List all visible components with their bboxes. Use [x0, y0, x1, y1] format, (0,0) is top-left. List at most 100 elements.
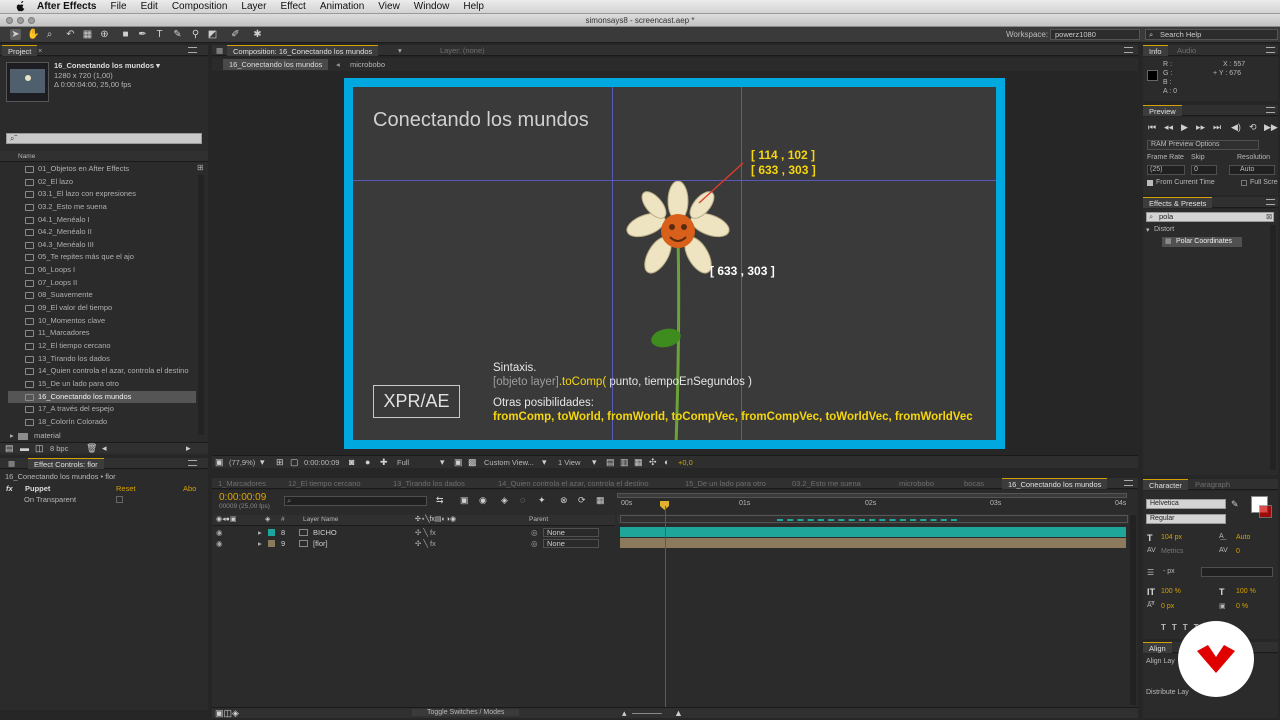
label-color-swatch[interactable]: [268, 540, 275, 547]
interpret-footage-icon[interactable]: ▤: [5, 443, 14, 453]
menu-edit[interactable]: Edit: [141, 1, 158, 12]
project-item[interactable]: 17_A través del espejo: [8, 403, 196, 416]
menu-window[interactable]: Window: [414, 1, 450, 12]
tab-timeline-3[interactable]: 13_Tirando los dados: [387, 478, 471, 489]
eraser-tool-icon[interactable]: ◩: [207, 29, 218, 40]
project-scrollbar[interactable]: [198, 175, 204, 435]
project-item[interactable]: 16_Conectando los mundos: [8, 390, 196, 404]
menu-effect[interactable]: Effect: [280, 1, 305, 12]
project-item[interactable]: 03.2_Esto me suena: [8, 201, 196, 214]
tab-timeline-5[interactable]: 15_De un lado para otro: [679, 478, 772, 489]
panel-menu-icon[interactable]: [188, 460, 197, 466]
flowchart-icon[interactable]: ⊞: [197, 163, 205, 172]
tab-effect-controls[interactable]: Effect Controls: flor: [28, 458, 104, 469]
fx-icon[interactable]: fx: [6, 484, 13, 493]
channel-icon[interactable]: ✚: [380, 457, 388, 467]
workspace-dropdown[interactable]: powerz1080: [1050, 29, 1140, 40]
zoom-dropdown[interactable]: (77,9%): [229, 458, 255, 467]
project-item[interactable]: 14_Quien controla el azar, controla el d…: [8, 365, 196, 378]
eyedropper-icon[interactable]: ✎: [1231, 499, 1239, 509]
tab-timeline-7[interactable]: microbobo: [893, 478, 940, 489]
timeline-timecode[interactable]: 0:00:00:09: [219, 492, 266, 503]
column-number[interactable]: #: [281, 516, 285, 523]
minimize-window-button[interactable]: [17, 17, 24, 24]
baseline-shift-value[interactable]: 0 px: [1161, 603, 1174, 610]
project-item[interactable]: 07_Loops II: [8, 277, 196, 290]
previous-frame-icon[interactable]: ◂◂: [1164, 122, 1173, 132]
project-item[interactable]: 02_El lazo: [8, 176, 196, 189]
menu-app[interactable]: After Effects: [37, 1, 96, 12]
tab-effects-presets[interactable]: Effects & Presets: [1143, 197, 1213, 208]
menu-layer[interactable]: Layer: [241, 1, 266, 12]
preview-icon[interactable]: ▦: [596, 495, 605, 505]
parent-dropdown[interactable]: None: [543, 539, 599, 548]
timeline-search-input[interactable]: ⌕: [284, 496, 427, 506]
menu-composition[interactable]: Composition: [172, 1, 228, 12]
tracking-value[interactable]: 0: [1236, 548, 1240, 555]
project-item[interactable]: 13_Tirando los dados: [8, 353, 196, 366]
project-search-input[interactable]: ⌕˜: [6, 133, 202, 144]
brush-tool-icon[interactable]: ✎: [172, 29, 183, 40]
frame-blending-icon[interactable]: ◈: [501, 495, 508, 505]
menu-file[interactable]: File: [110, 1, 126, 12]
fast-preview-icon[interactable]: ▥: [620, 457, 629, 467]
panel-menu-icon[interactable]: [1266, 107, 1275, 113]
selection-tool-icon[interactable]: ➤: [10, 29, 21, 40]
toggle-switches-button[interactable]: Toggle Switches / Modes: [412, 709, 520, 716]
audio-icon[interactable]: ◀): [1231, 122, 1241, 132]
safe-margins-icon[interactable]: ▢: [290, 457, 299, 467]
grid-icon[interactable]: ⊞: [276, 457, 284, 467]
disclosure-triangle-icon[interactable]: ▸: [258, 527, 262, 538]
camera-tool-icon[interactable]: ▦: [82, 29, 93, 40]
project-folder-material[interactable]: ▸ material: [8, 430, 198, 442]
trash-icon[interactable]: 🗑: [86, 443, 97, 453]
viewer-timecode[interactable]: 0:00:00:09: [304, 458, 339, 467]
project-item[interactable]: 10_Momentos clave: [8, 315, 196, 328]
project-item[interactable]: 11_Marcadores: [8, 327, 196, 340]
font-family-dropdown[interactable]: Helvetica: [1146, 499, 1226, 509]
scroll-left-icon[interactable]: ◂: [102, 443, 107, 453]
lock-icon[interactable]: ▦: [8, 458, 16, 469]
project-item[interactable]: 09_El valor del tiempo: [8, 302, 196, 315]
frame-rate-dropdown[interactable]: (25): [1147, 165, 1185, 175]
project-item[interactable]: 04.3_Menéalo III: [8, 239, 196, 252]
project-item[interactable]: 18_Colorín Colorado: [8, 416, 196, 429]
font-size-value[interactable]: 104 px: [1161, 534, 1182, 541]
new-comp-icon[interactable]: ◫: [35, 443, 44, 453]
layer-switches-icon[interactable]: ✣ ╲ fx: [415, 527, 436, 538]
comp-name[interactable]: 16_Conectando los mundos ▾: [54, 61, 160, 70]
loop-icon[interactable]: ⟲: [1249, 122, 1257, 132]
flowchart-icon[interactable]: ✣: [649, 457, 657, 467]
tab-paragraph[interactable]: Paragraph: [1189, 479, 1236, 490]
zoom-slider[interactable]: [632, 713, 662, 714]
brainstorm-icon[interactable]: ✦: [538, 495, 546, 505]
skip-dropdown[interactable]: 0: [1191, 165, 1217, 175]
tab-timeline-4[interactable]: 14_Quien controla el azar, controla el d…: [492, 478, 655, 489]
clone-stamp-tool-icon[interactable]: ⚲: [190, 29, 201, 40]
tab-info[interactable]: Info: [1143, 45, 1168, 56]
timeline-ruler[interactable]: 00s 01s 02s 03s 04s: [617, 492, 1129, 514]
pan-behind-tool-icon[interactable]: ⊕: [99, 29, 110, 40]
draft-3d-icon[interactable]: ▣: [460, 495, 469, 505]
flower-illustration[interactable]: [608, 175, 748, 440]
pick-whip-icon[interactable]: ◎: [531, 527, 538, 538]
timeline-options-icon[interactable]: ▣◫◈: [215, 708, 239, 718]
comp-dropdown-icon[interactable]: ▾: [398, 45, 402, 56]
snapshot-icon[interactable]: ◙: [349, 457, 354, 467]
tab-preview[interactable]: Preview: [1143, 105, 1182, 116]
effect-item-polar-coordinates[interactable]: ▦ Polar Coordinates: [1162, 237, 1242, 247]
new-folder-icon[interactable]: ▬: [20, 443, 29, 453]
project-item[interactable]: 08_Suavemente: [8, 289, 196, 302]
always-preview-icon[interactable]: ▣: [215, 457, 224, 467]
play-icon[interactable]: ▶: [1181, 122, 1188, 132]
ram-preview-options-dropdown[interactable]: RAM Preview Options: [1147, 140, 1259, 150]
breadcrumb-next[interactable]: microbobo: [350, 60, 385, 69]
font-style-dropdown[interactable]: Regular: [1146, 514, 1226, 524]
tab-timeline-2[interactable]: 12_El tiempo cercano: [282, 478, 367, 489]
about-link[interactable]: Abo: [183, 484, 196, 493]
auto-keyframe-icon[interactable]: ⊗: [560, 495, 568, 505]
layer-switches-icon[interactable]: ✣ ╲ fx: [415, 538, 436, 549]
label-color-swatch[interactable]: [268, 529, 275, 536]
zoom-tool-icon[interactable]: ⌕: [44, 29, 55, 40]
layer-row[interactable]: ◉ ▸ 9 [flor] ✣ ╲ fx ◎ None: [213, 538, 615, 549]
